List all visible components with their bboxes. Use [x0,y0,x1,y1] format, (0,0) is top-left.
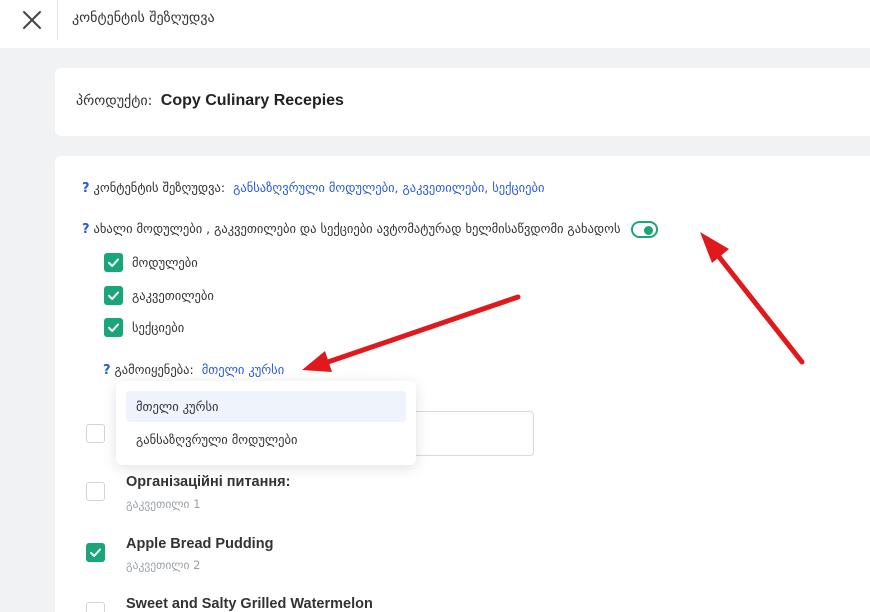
lesson-title: Організаційні питання: [126,474,291,490]
auto-available-toggle[interactable] [630,221,658,238]
help-icon[interactable]: ? [82,222,90,237]
lesson-subtitle: გაკვეთილი 2 [126,558,201,572]
help-icon[interactable]: ? [82,181,90,196]
check-icon [90,548,101,557]
product-name: Copy Culinary Recepies [160,92,344,109]
modules-checkbox[interactable] [104,253,123,272]
close-icon[interactable] [18,6,46,34]
dropdown-option-whole-course[interactable]: მთელი კურსი [126,391,406,422]
auto-available-row: ? ახალი მოდულები , გაკვეთილები და სექციე… [82,221,658,238]
sections-checkbox[interactable] [104,318,123,337]
restriction-row: ? კონტენტის შეზღუდვა: განსაზღვრული მოდულ… [82,180,544,196]
lesson-checkbox[interactable] [86,482,105,501]
dropdown-option-specific-modules[interactable]: განსაზღვრული მოდულები [126,424,406,455]
check-icon [108,291,119,300]
lessons-label: გაკვეთილები [132,288,214,303]
lesson-title: Sweet and Salty Grilled Watermelon [126,596,373,612]
apply-to-label: გამოიყენება: [114,362,194,377]
auto-available-label: ახალი მოდულები , გაკვეთილები და სექციები… [93,221,621,236]
apply-to-select[interactable]: მთელი კურსი [202,362,285,377]
product-label: პროდუქტი: [76,93,153,109]
toggle-knob [643,225,653,235]
apply-to-dropdown: მთელი კურსი განსაზღვრული მოდულები [116,381,416,465]
lesson-checkbox[interactable] [86,602,105,612]
check-icon [108,258,119,267]
lesson-checkbox[interactable] [86,424,105,443]
check-icon [108,323,119,332]
modules-label: მოდულები [132,255,198,270]
top-bar: კონტენტის შეზღუდვა [0,0,870,48]
topbar-divider [57,0,58,40]
sections-label: სექციები [132,320,185,335]
page-title: კონტენტის შეზღუდვა [72,10,215,26]
lessons-checkbox[interactable] [104,286,123,305]
product-line: პროდუქტი: Copy Culinary Recepies [76,92,344,110]
help-icon[interactable]: ? [103,363,111,378]
lesson-subtitle: გაკვეთილი 1 [126,497,201,511]
restriction-value-link[interactable]: განსაზღვრული მოდულები, გაკვეთილები, სექც… [233,180,544,195]
apply-to-row: ? გამოიყენება: მთელი კურსი [103,362,284,378]
lesson-title: Apple Bread Pudding [126,536,274,552]
product-card: პროდუქტი: Copy Culinary Recepies [55,68,870,136]
lesson-checkbox[interactable] [86,543,105,562]
restriction-label: კონტენტის შეზღუდვა: [93,180,226,195]
search-input[interactable] [415,411,534,456]
